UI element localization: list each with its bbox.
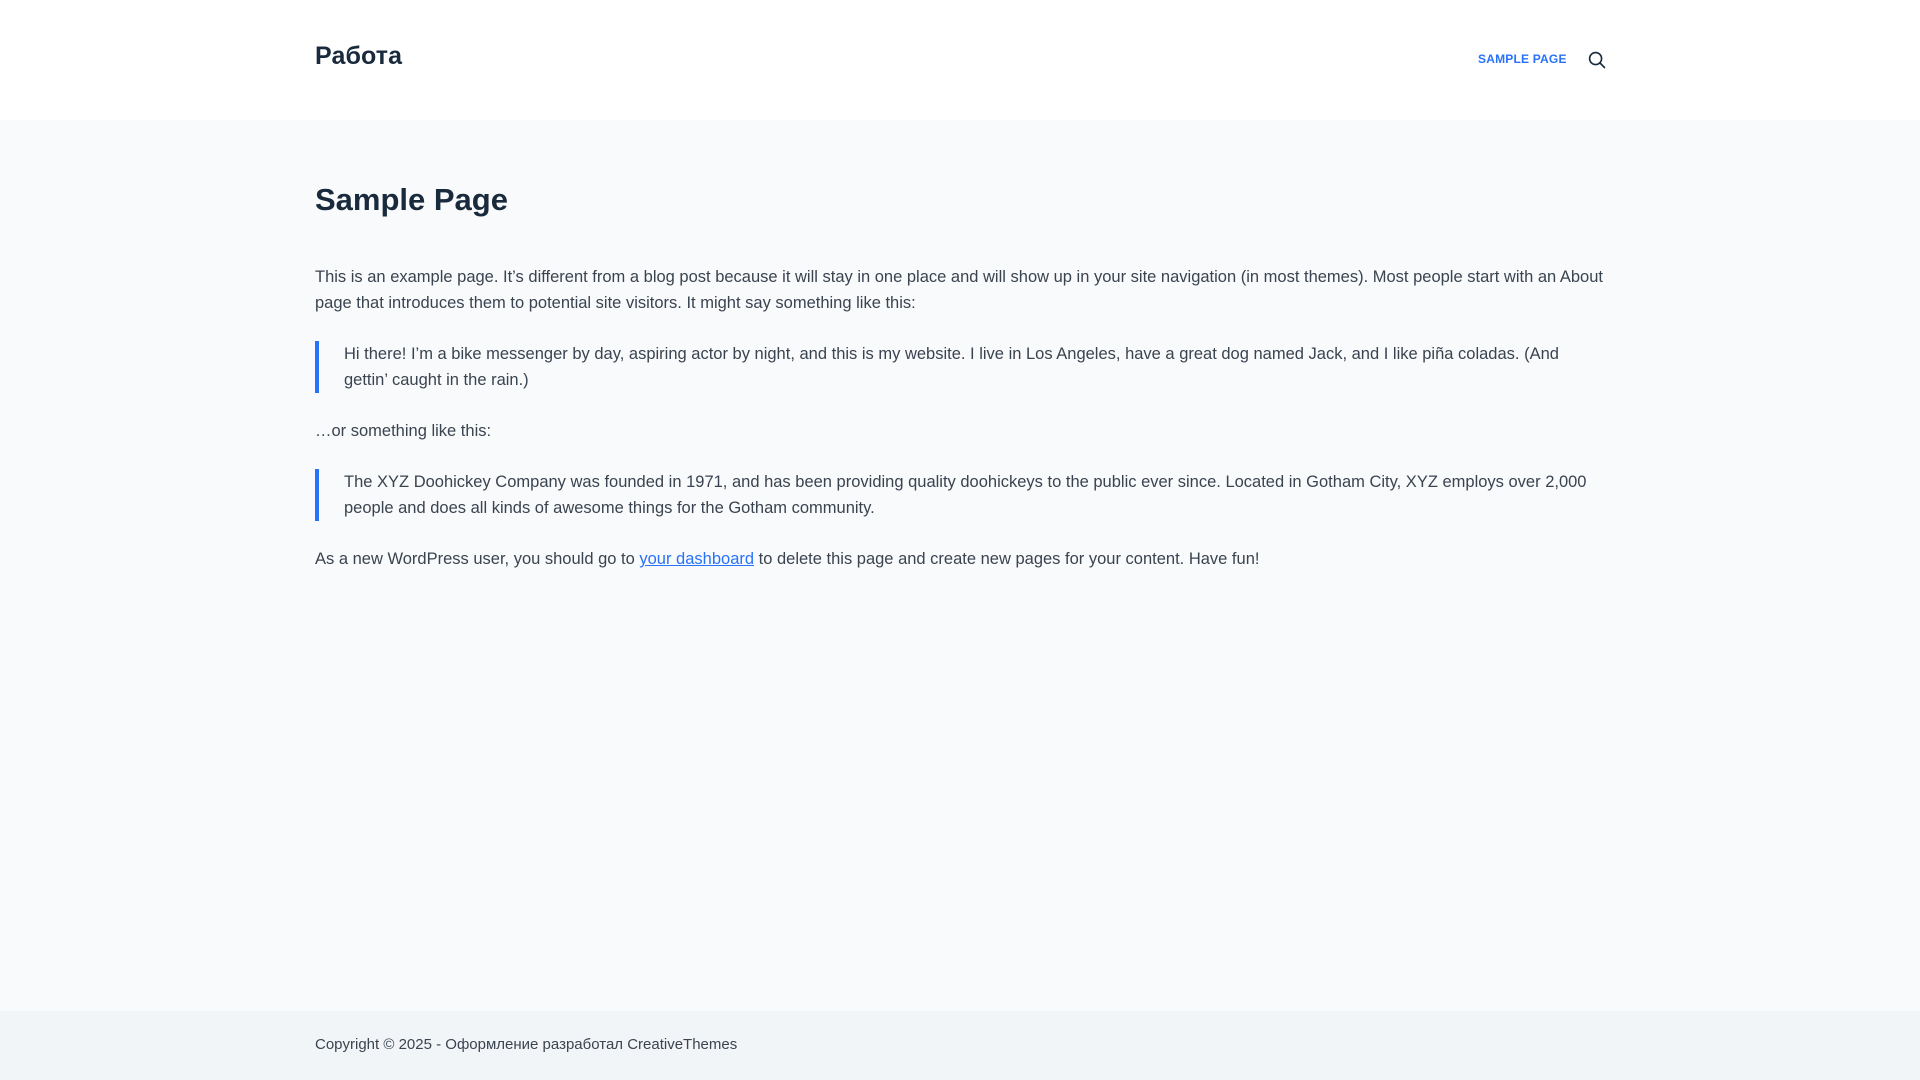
closing-paragraph: As a new WordPress user, you should go t…: [315, 546, 1605, 572]
dashboard-link[interactable]: your dashboard: [639, 550, 754, 568]
copyright-text: Copyright © 2025 - Оформление разработал…: [315, 1036, 738, 1053]
closing-text-before: As a new WordPress user, you should go t…: [315, 550, 640, 568]
quote-text: Hi there! I’m a bike messenger by day, a…: [344, 345, 1559, 389]
quote-block: Hi there! I’m a bike messenger by day, a…: [315, 341, 1605, 393]
page-title: Sample Page: [315, 182, 508, 217]
site-header: Работа SAMPLE PAGE: [0, 0, 1920, 120]
entry-content: This is an example page. It’s different …: [315, 264, 1605, 597]
intro-paragraph: This is an example page. It’s different …: [315, 268, 1603, 312]
or-paragraph: …or something like this:: [315, 422, 492, 440]
site-title[interactable]: Работа: [315, 42, 402, 71]
search-icon[interactable]: [1588, 51, 1606, 69]
site-footer: Copyright © 2025 - Оформление разработал…: [0, 1011, 1920, 1080]
closing-text-after: to delete this page and create new pages…: [754, 550, 1260, 568]
quote-block: The XYZ Doohickey Company was founded in…: [315, 469, 1605, 521]
quote-text: The XYZ Doohickey Company was founded in…: [344, 473, 1587, 517]
nav-item-sample-page[interactable]: SAMPLE PAGE: [1478, 52, 1567, 66]
